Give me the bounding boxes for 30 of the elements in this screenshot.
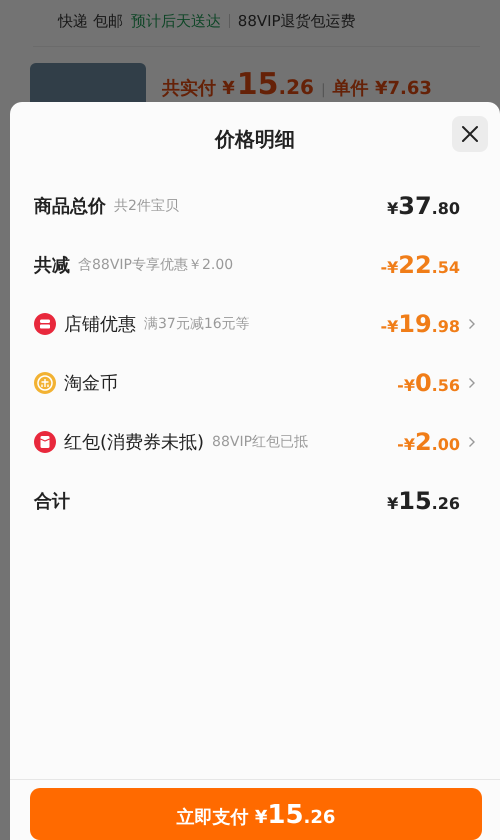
row-label: 合计 [34,490,70,512]
row-amount: -¥22.54 [380,250,460,278]
row-amount: -¥19.98 [380,310,460,338]
shop-icon [34,312,56,334]
row-amount: -¥2.00 [397,428,460,456]
delivery-estimate: 预计后天送达 [130,12,221,30]
coin-icon [34,372,56,394]
chevron-right-icon[interactable] [468,376,476,388]
row-amount: ¥37.80 [387,192,460,220]
pay-now-button[interactable]: 立即支付 ¥15.26 [30,788,482,840]
row-note: 共2件宝贝 [114,196,179,214]
chevron-right-icon[interactable] [468,436,476,448]
row-label: 商品总价 [34,194,106,218]
return-service: 88VIP退货包运费 [238,12,356,30]
row-amount: -¥0.56 [397,368,460,396]
row-note: 含88VIP专享优惠￥2.00 [78,256,234,274]
sheet-title: 价格明细 [215,126,295,152]
chevron-right-icon[interactable] [468,318,476,330]
shipping-method: 快递 包邮 [58,12,123,30]
close-icon [461,125,479,143]
envelope-icon [34,430,56,452]
close-button[interactable] [452,116,488,152]
row-label: 店铺优惠 [64,312,136,336]
row-amount: ¥15.26 [387,486,460,514]
row-label: 淘金币 [64,372,118,394]
row-note: 88VIP红包已抵 [212,432,308,450]
row-label: 红包(消费券未抵) [64,430,204,454]
row-note: 满37元减16元等 [144,314,250,332]
row-label: 共减 [34,254,70,276]
paid-summary: 共实付 ¥15.26 | 单件 ¥7.63 [162,66,432,97]
